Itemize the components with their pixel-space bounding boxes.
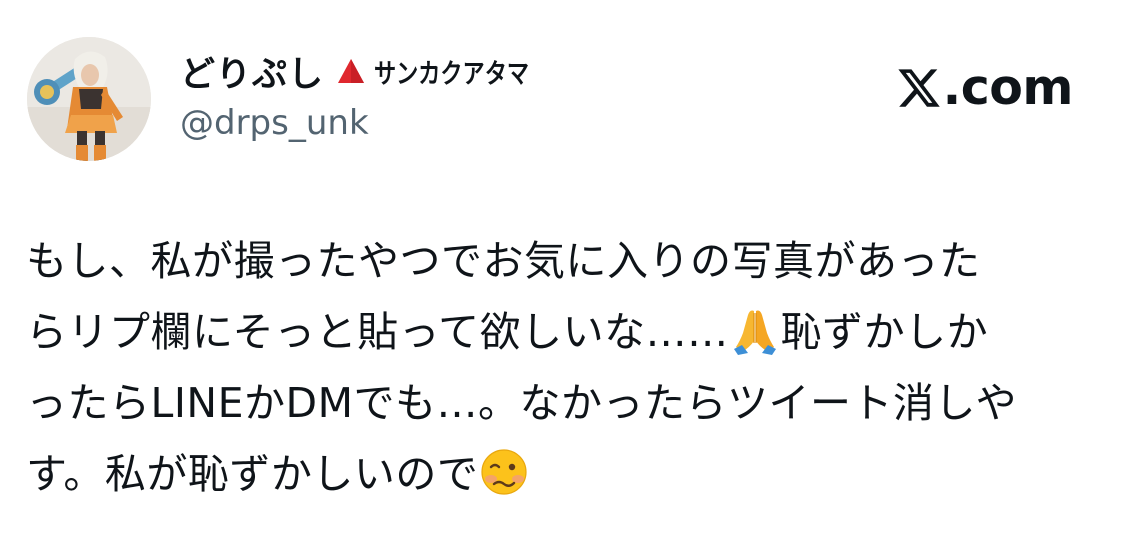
tweet-line-segment: 恥ずかしか bbox=[780, 308, 989, 356]
x-logo-icon bbox=[898, 69, 940, 107]
author-handle[interactable]: @drps_unk bbox=[180, 103, 369, 143]
tweet-header: どりぷし サンカクアタマ @drps_unk .com bbox=[0, 0, 1125, 180]
author-name-suffix: サンカクアタマ bbox=[374, 58, 529, 90]
woozy-face-icon bbox=[481, 449, 528, 495]
author-name-row[interactable]: どりぷし サンカクアタマ bbox=[180, 46, 563, 96]
tweet-text: もし、私が撮ったやつでお気に入りの写真があった らリプ欄にそっと貼って欲しいな…… bbox=[26, 226, 1111, 510]
folded-hands-icon bbox=[733, 310, 776, 355]
tweet-line-segment: す。私が恥ずかしいので bbox=[26, 450, 479, 498]
author-display-name[interactable]: どりぷし bbox=[180, 46, 324, 97]
avatar[interactable] bbox=[27, 37, 151, 161]
tweet-line-segment: らリプ欄にそっと貼って欲しいな…… bbox=[26, 308, 729, 356]
tweet-line: もし、私が撮ったやつでお気に入りの写真があった bbox=[26, 237, 981, 285]
tweet-line: ったらLINEかDMでも…。なかったらツイート消しや bbox=[26, 379, 1018, 427]
tweet-line: す。私が恥ずかしいので bbox=[26, 439, 1111, 510]
brand-domain: .com bbox=[942, 59, 1074, 116]
avatar-image bbox=[27, 37, 151, 161]
x-brand: .com bbox=[896, 58, 1074, 118]
tweet-line: らリプ欄にそっと貼って欲しいな…… 恥ずかしか bbox=[26, 297, 1111, 368]
red-triangle-icon bbox=[338, 59, 365, 83]
